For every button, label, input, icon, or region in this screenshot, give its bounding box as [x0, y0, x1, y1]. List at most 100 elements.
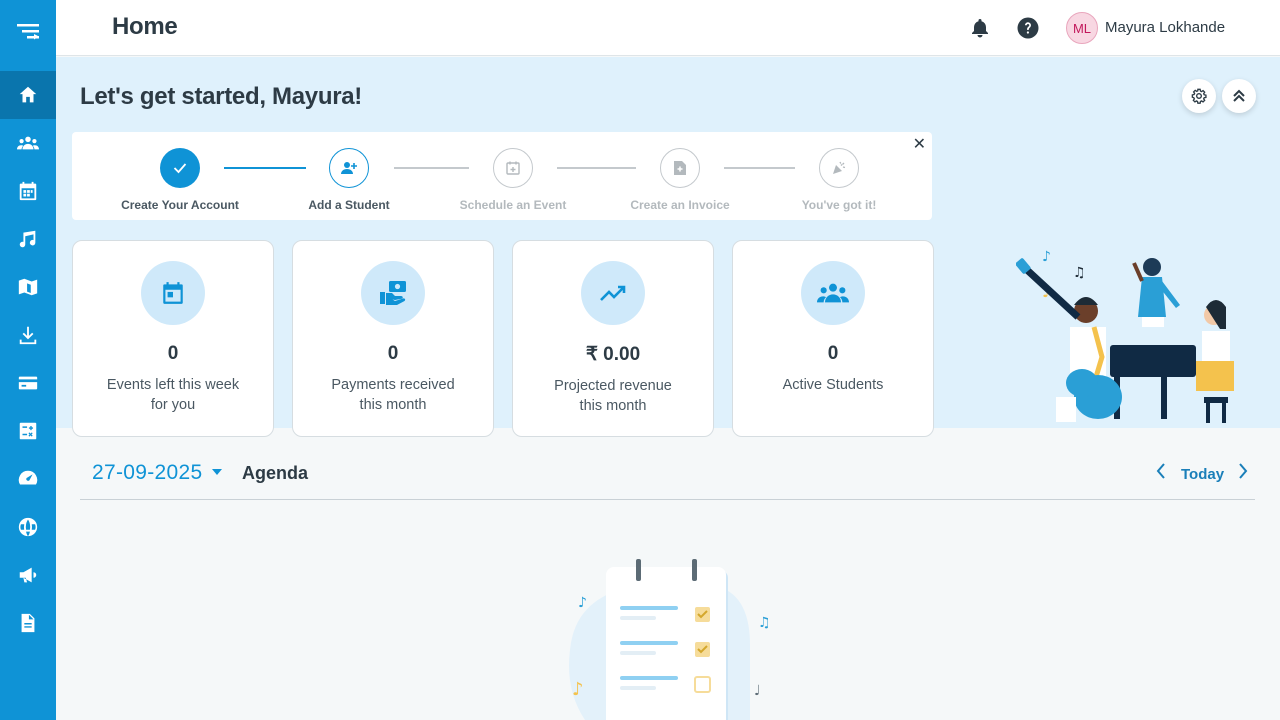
- sidebar-item-calendar[interactable]: [0, 167, 56, 215]
- next-day-button[interactable]: [1237, 462, 1249, 485]
- stat-icon-circle: [581, 261, 645, 325]
- payment-hand-icon: [380, 281, 406, 305]
- stat-value: 0: [387, 343, 399, 364]
- sidebar-item-library[interactable]: [0, 263, 56, 311]
- sidebar-item-documents[interactable]: [0, 599, 56, 647]
- step-indicator: [819, 148, 859, 188]
- check-icon: [173, 163, 187, 174]
- collapse-hero-button[interactable]: [1222, 79, 1256, 113]
- chevron-left-icon: [1156, 463, 1165, 479]
- credit-card-icon: [18, 376, 38, 390]
- help-icon: [1017, 17, 1039, 39]
- stat-card-students[interactable]: 0 Active Students: [732, 240, 934, 437]
- user-name[interactable]: Mayura Lokhande: [1105, 19, 1225, 36]
- agenda-toolbar: 27-09-2025 Agenda Today: [80, 448, 1255, 500]
- sidebar-item-marketing[interactable]: [0, 551, 56, 599]
- download-icon: [19, 326, 37, 345]
- add-user-icon: [341, 162, 357, 174]
- document-icon: [21, 613, 35, 633]
- stat-label: Projected revenue this month: [554, 378, 672, 414]
- sidebar-item-website[interactable]: [0, 503, 56, 551]
- step-label: Create an Invoice: [630, 198, 730, 212]
- previous-day-button[interactable]: [1155, 462, 1167, 485]
- double-chevron-up-icon: [1233, 89, 1245, 102]
- globe-icon: [18, 517, 38, 537]
- empty-agenda-illustration: ♪ ♫ ♪ ♩: [569, 559, 771, 720]
- sidebar-item-downloads[interactable]: [0, 311, 56, 359]
- stat-value: 0: [827, 343, 839, 364]
- stat-label: Active Students: [782, 377, 884, 393]
- page-title: Home: [112, 13, 178, 40]
- sidebar: [0, 0, 56, 720]
- stat-card-events[interactable]: 0 Events left this week for you: [72, 240, 274, 437]
- agenda-title: Agenda: [242, 463, 309, 483]
- dashboard-settings-button[interactable]: [1182, 79, 1216, 113]
- sidebar-item-music[interactable]: [0, 215, 56, 263]
- today-button[interactable]: Today: [1181, 466, 1224, 483]
- bell-icon: [972, 19, 988, 38]
- trend-up-icon: [600, 285, 626, 301]
- step-label: Create Your Account: [121, 198, 239, 212]
- step-create-invoice[interactable]: Create an Invoice: [610, 148, 750, 212]
- step-indicator: [493, 148, 533, 188]
- top-bar: Home ML Mayura Lokhande: [56, 0, 1280, 56]
- sidebar-item-billing[interactable]: [0, 359, 56, 407]
- stat-icon-circle: [801, 261, 865, 325]
- musicians-illustration: ♪ ♫ ♪: [1016, 249, 1234, 423]
- gear-icon: [1191, 88, 1207, 104]
- calendar-plus-icon: [506, 161, 520, 175]
- step-label: Add a Student: [308, 198, 390, 212]
- stat-icon-circle: [141, 261, 205, 325]
- avatar[interactable]: ML: [1066, 12, 1098, 44]
- students-icon: [17, 136, 39, 150]
- app-logo[interactable]: [0, 8, 56, 56]
- step-indicator: [660, 148, 700, 188]
- stat-value: ₹ 0.00: [585, 344, 641, 365]
- step-indicator: [160, 148, 200, 188]
- music-note-icon: [19, 230, 36, 248]
- group-icon: [817, 283, 849, 303]
- svg-text:♪: ♪: [572, 679, 584, 700]
- megaphone-icon: [19, 567, 37, 583]
- notifications-button[interactable]: [968, 16, 992, 40]
- stat-card-payments[interactable]: 0 Payments received this month: [292, 240, 494, 437]
- onboarding-stepper: ✕ Create Your Account Add a Student Sche…: [72, 132, 932, 220]
- close-stepper-button[interactable]: ✕: [913, 134, 926, 154]
- sidebar-item-accounting[interactable]: [0, 407, 56, 455]
- logo-icon: [17, 24, 39, 40]
- svg-text:♪: ♪: [578, 595, 587, 611]
- dashboard-gauge-icon: [18, 470, 38, 485]
- step-add-student[interactable]: Add a Student: [279, 148, 419, 212]
- invoice-plus-icon: [674, 161, 686, 175]
- help-button[interactable]: [1016, 16, 1040, 40]
- caret-down-icon: [211, 469, 222, 475]
- stat-value: 0: [167, 343, 179, 364]
- step-schedule-event[interactable]: Schedule an Event: [443, 148, 583, 212]
- calculator-icon: [19, 422, 37, 440]
- sidebar-item-reports[interactable]: [0, 455, 56, 503]
- stat-label: Events left this week for you: [106, 377, 240, 413]
- calendar-icon: [19, 181, 37, 201]
- stat-label: Payments received this month: [331, 377, 455, 413]
- calendar-icon: [163, 282, 183, 304]
- step-got-it[interactable]: You've got it!: [769, 148, 909, 212]
- stat-icon-circle: [361, 261, 425, 325]
- party-popper-icon: [833, 161, 846, 174]
- chevron-right-icon: [1239, 463, 1248, 479]
- svg-text:♪: ♪: [1042, 249, 1051, 265]
- selected-date: 27-09-2025: [92, 461, 203, 484]
- svg-text:♫: ♫: [1073, 265, 1086, 281]
- greeting-heading: Let's get started, Mayura!: [80, 83, 362, 110]
- book-icon: [18, 278, 38, 296]
- step-create-account[interactable]: Create Your Account: [110, 148, 250, 212]
- step-label: Schedule an Event: [459, 198, 567, 212]
- svg-text:♩: ♩: [754, 683, 761, 699]
- sidebar-item-students[interactable]: [0, 119, 56, 167]
- stat-card-revenue[interactable]: ₹ 0.00 Projected revenue this month: [512, 240, 714, 437]
- home-icon: [19, 86, 37, 103]
- date-picker[interactable]: 27-09-2025: [92, 461, 222, 485]
- onboarding-hero: Let's get started, Mayura! ✕ Create Your…: [56, 57, 1280, 437]
- sidebar-item-home[interactable]: [0, 71, 56, 119]
- step-indicator: [329, 148, 369, 188]
- step-label: You've got it!: [801, 198, 877, 212]
